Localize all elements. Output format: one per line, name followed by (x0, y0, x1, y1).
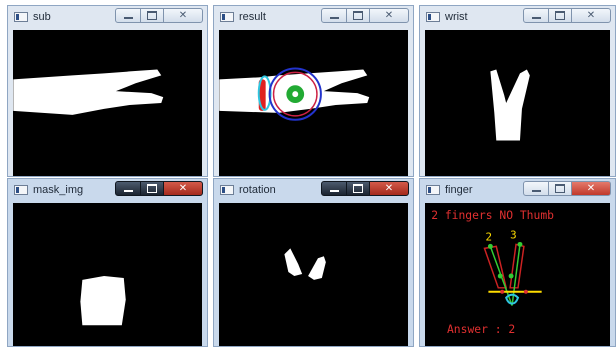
rotation-image (284, 248, 326, 280)
answer-text: Answer : 2 (447, 322, 515, 336)
minimize-button[interactable] (523, 181, 549, 196)
close-icon: ✕ (178, 182, 188, 194)
minimize-icon (123, 190, 133, 192)
titlebar-result[interactable]: result ✕ (214, 6, 413, 28)
minimize-icon (329, 190, 339, 192)
hand-shape (490, 69, 530, 141)
finger-joint-point (508, 273, 514, 279)
wrist-hand-image (490, 69, 530, 141)
image-result (219, 30, 408, 176)
minimize-icon (123, 17, 133, 19)
window-title-finger: finger (445, 184, 473, 196)
minimize-button[interactable] (115, 181, 141, 196)
image-wrist (425, 30, 610, 176)
finger-analysis-image: 2 fingers NO Thumb 2 3 Answer : 2 (431, 208, 554, 336)
close-button[interactable]: ✕ (369, 8, 409, 23)
minimize-button[interactable] (321, 8, 347, 23)
minimize-button[interactable] (115, 8, 141, 23)
titlebar-sub[interactable]: sub ✕ (8, 6, 207, 28)
finger-shape (284, 248, 303, 276)
close-button[interactable]: ✕ (163, 181, 203, 196)
close-icon: ✕ (384, 9, 394, 21)
maximize-icon (555, 11, 565, 20)
close-icon: ✕ (178, 9, 188, 21)
window-title-wrist: wrist (445, 11, 468, 23)
close-button[interactable]: ✕ (571, 181, 611, 196)
hand-shape (13, 69, 164, 115)
result-image (219, 67, 370, 121)
window-rotation: rotation ✕ (213, 178, 414, 347)
finger-shape (308, 256, 326, 280)
maximize-icon (353, 184, 363, 193)
app-window-icon (14, 12, 28, 22)
maximize-icon (353, 11, 363, 20)
app-window-icon (220, 185, 234, 195)
window-wrist: wrist ✕ (419, 5, 616, 177)
maximize-button[interactable] (140, 181, 164, 196)
image-mask-img (13, 203, 202, 346)
titlebar-mask-img[interactable]: mask_img ✕ (8, 179, 207, 201)
close-button[interactable]: ✕ (571, 8, 611, 23)
app-window-icon (426, 185, 440, 195)
window-title-result: result (239, 11, 266, 23)
finger-joint-point (497, 273, 503, 279)
window-mask-img: mask_img ✕ (7, 178, 208, 347)
minimize-icon (531, 190, 541, 192)
minimize-icon (531, 17, 541, 19)
window-title-mask-img: mask_img (33, 184, 84, 196)
palm-line-point (500, 289, 505, 294)
image-rotation (219, 203, 408, 346)
minimize-button[interactable] (321, 181, 347, 196)
close-button[interactable]: ✕ (369, 181, 409, 196)
mask-image (80, 275, 126, 326)
minimize-icon (329, 17, 339, 19)
window-title-rotation: rotation (239, 184, 276, 196)
maximize-button[interactable] (140, 8, 164, 23)
finger-status-text: 2 fingers NO Thumb (431, 208, 554, 222)
titlebar-finger[interactable]: finger ✕ (420, 179, 615, 201)
window-sub: sub ✕ (7, 5, 208, 177)
finger-label-3: 3 (510, 229, 517, 242)
palm-center-dot (292, 91, 299, 98)
titlebar-wrist[interactable]: wrist ✕ (420, 6, 615, 28)
image-finger: 2 fingers NO Thumb 2 3 Answer : 2 (425, 203, 610, 346)
sub-hand-image (13, 69, 164, 115)
maximize-button[interactable] (346, 181, 370, 196)
app-window-icon (14, 185, 28, 195)
close-icon: ✕ (586, 182, 596, 194)
maximize-icon (147, 11, 157, 20)
window-finger: finger ✕ 2 fingers NO Thumb 2 3 Answer :… (419, 178, 616, 347)
close-icon: ✕ (586, 9, 596, 21)
maximize-icon (147, 184, 157, 193)
app-window-icon (220, 12, 234, 22)
maximize-icon (555, 184, 565, 193)
fingertip-point (517, 241, 523, 247)
finger-label-2: 2 (485, 230, 492, 243)
palm-mask-shape (80, 275, 126, 326)
titlebar-rotation[interactable]: rotation ✕ (214, 179, 413, 201)
close-icon: ✕ (384, 182, 394, 194)
palm-line-point (523, 289, 528, 294)
maximize-button[interactable] (548, 8, 572, 23)
fingertip-point (487, 243, 493, 249)
minimize-button[interactable] (523, 8, 549, 23)
maximize-button[interactable] (548, 181, 572, 196)
app-window-icon (426, 12, 440, 22)
window-result: result ✕ (213, 5, 414, 177)
maximize-button[interactable] (346, 8, 370, 23)
close-button[interactable]: ✕ (163, 8, 203, 23)
window-title-sub: sub (33, 11, 51, 23)
image-sub (13, 30, 202, 176)
